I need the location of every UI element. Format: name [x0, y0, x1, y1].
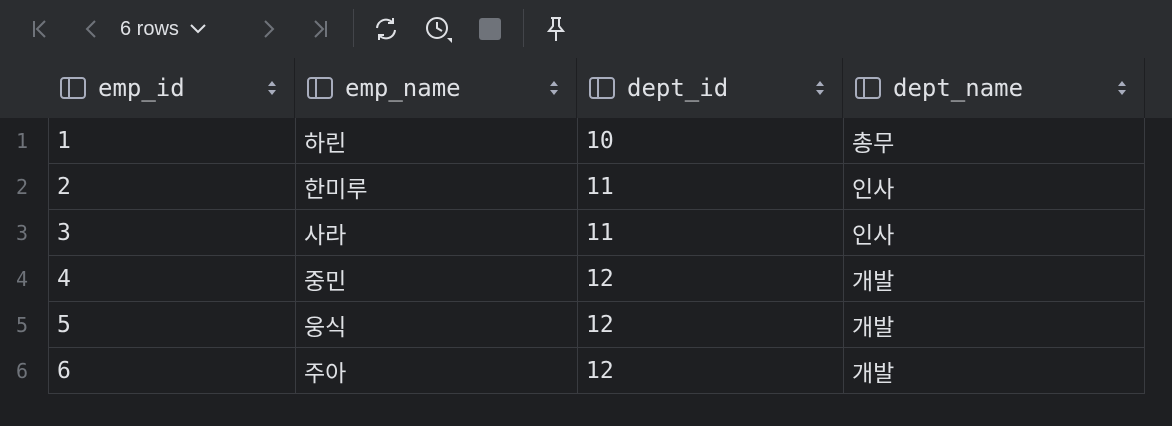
cell-emp-name[interactable]: 하린: [295, 118, 577, 164]
first-page-icon[interactable]: [22, 11, 58, 47]
row-number: 3: [0, 210, 48, 256]
result-toolbar: 6 rows: [0, 0, 1172, 58]
cell-dept-id[interactable]: 10: [577, 118, 843, 164]
column-icon: [589, 77, 615, 99]
column-header-dept-name[interactable]: dept_name: [843, 58, 1145, 118]
cell-dept-name[interactable]: 개발: [843, 348, 1145, 394]
column-icon: [60, 77, 86, 99]
cell-dept-name[interactable]: 인사: [843, 164, 1145, 210]
history-icon[interactable]: [420, 11, 456, 47]
column-header-emp-name[interactable]: emp_name: [295, 58, 577, 118]
column-header-dept-id[interactable]: dept_id: [577, 58, 843, 118]
column-label: emp_name: [345, 74, 461, 102]
pin-icon[interactable]: [538, 11, 574, 47]
row-number: 2: [0, 164, 48, 210]
row-number: 1: [0, 118, 48, 164]
table-row[interactable]: 1 1 하린 10 총무: [0, 118, 1145, 164]
row-number-header: [0, 58, 48, 118]
stop-icon[interactable]: [472, 11, 508, 47]
cell-dept-name[interactable]: 인사: [843, 210, 1145, 256]
cell-emp-name[interactable]: 사라: [295, 210, 577, 256]
table-row[interactable]: 5 5 웅식 12 개발: [0, 302, 1145, 348]
cell-dept-name[interactable]: 개발: [843, 302, 1145, 348]
cell-dept-id[interactable]: 12: [577, 348, 843, 394]
cell-dept-id[interactable]: 11: [577, 210, 843, 256]
column-label: dept_id: [627, 74, 729, 102]
cell-emp-id[interactable]: 1: [48, 118, 295, 164]
column-label: dept_name: [893, 74, 1024, 102]
cell-emp-id[interactable]: 4: [48, 256, 295, 302]
sort-icon[interactable]: [548, 78, 560, 98]
cell-dept-name[interactable]: 개발: [843, 256, 1145, 302]
toolbar-separator: [523, 9, 524, 47]
toolbar-separator: [353, 9, 354, 47]
cell-dept-id[interactable]: 11: [577, 164, 843, 210]
cell-emp-name[interactable]: 중민: [295, 256, 577, 302]
column-label: emp_id: [98, 74, 185, 102]
column-icon: [307, 77, 333, 99]
column-header-emp-id[interactable]: emp_id: [48, 58, 295, 118]
table-row[interactable]: 2 2 한미루 11 인사: [0, 164, 1145, 210]
chevron-down-icon: [190, 24, 206, 34]
sort-icon[interactable]: [814, 78, 826, 98]
sort-icon[interactable]: [1116, 78, 1128, 98]
cell-emp-id[interactable]: 6: [48, 348, 295, 394]
column-header-row: emp_id emp_name dept_id dept_name: [0, 58, 1172, 118]
cell-emp-name[interactable]: 한미루: [295, 164, 577, 210]
table-row[interactable]: 3 3 사라 11 인사: [0, 210, 1145, 256]
cell-emp-id[interactable]: 2: [48, 164, 295, 210]
cell-dept-id[interactable]: 12: [577, 256, 843, 302]
row-number: 6: [0, 348, 48, 394]
rows-count-dropdown[interactable]: 6 rows: [120, 11, 207, 47]
previous-page-icon[interactable]: [74, 11, 110, 47]
cell-emp-id[interactable]: 5: [48, 302, 295, 348]
last-page-icon[interactable]: [302, 11, 338, 47]
cell-emp-name[interactable]: 웅식: [295, 302, 577, 348]
table-row[interactable]: 4 4 중민 12 개발: [0, 256, 1145, 302]
rows-count-label: 6 rows: [120, 17, 179, 40]
row-number: 5: [0, 302, 48, 348]
column-icon: [855, 77, 881, 99]
result-grid: emp_id emp_name dept_id dept_name 1 1 하린…: [0, 58, 1172, 426]
refresh-icon[interactable]: [368, 11, 404, 47]
next-page-icon[interactable]: [250, 11, 286, 47]
cell-emp-id[interactable]: 3: [48, 210, 295, 256]
table-row[interactable]: 6 6 주아 12 개발: [0, 348, 1145, 394]
sort-icon[interactable]: [266, 78, 278, 98]
cell-dept-id[interactable]: 12: [577, 302, 843, 348]
cell-dept-name[interactable]: 총무: [843, 118, 1145, 164]
cell-emp-name[interactable]: 주아: [295, 348, 577, 394]
row-number: 4: [0, 256, 48, 302]
